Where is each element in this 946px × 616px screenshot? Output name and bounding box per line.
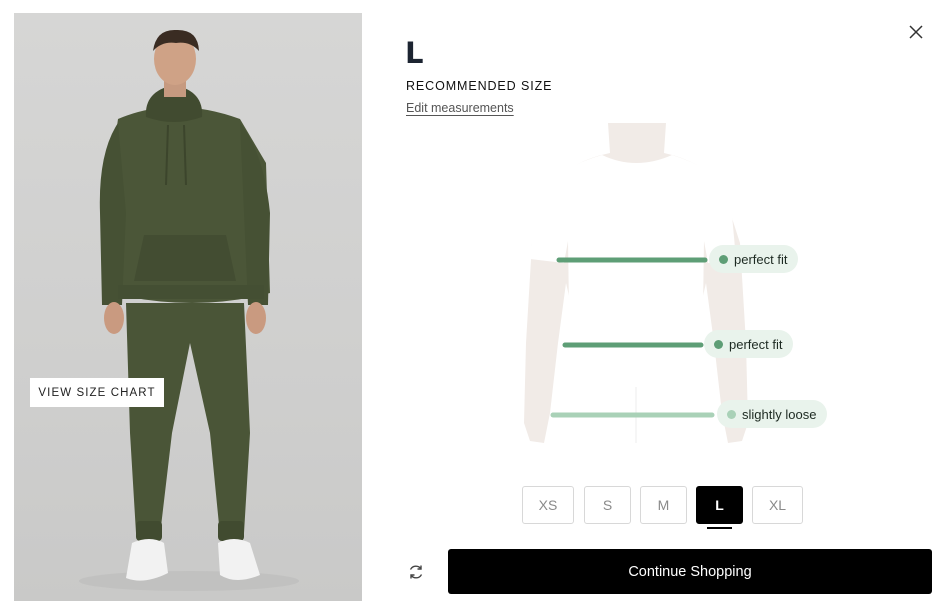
waist-fit-label: perfect fit [729,336,783,352]
size-option-s[interactable]: S [584,486,631,524]
size-option-xl[interactable]: XL [752,486,803,524]
fit-dot [727,409,736,419]
continue-shopping-button[interactable]: Continue Shopping [448,549,932,594]
view-size-chart-button[interactable]: VIEW SIZE CHART [30,378,164,407]
size-option-l[interactable]: L [696,486,743,524]
size-option-m[interactable]: M [640,486,687,524]
size-option-xs[interactable]: XS [522,486,574,524]
chest-fit-tag: perfect fit [709,245,799,273]
chest-fit-label: perfect fit [734,251,788,267]
recommended-size-label: RECOMMENDED SIZE [406,79,553,93]
selected-size-indicator [707,527,732,529]
hips-fit-tag: slightly loose [717,400,828,428]
refresh-icon [409,565,423,579]
model-illustration [79,29,299,591]
close-icon [909,25,923,39]
recommended-size-value: L [405,36,424,70]
refresh-button[interactable] [405,561,427,583]
fit-dot [719,254,728,264]
edit-measurements-link[interactable]: Edit measurements [406,101,514,115]
close-button[interactable] [904,20,928,44]
waist-fit-tag: perfect fit [704,330,794,358]
fit-dot [714,339,723,349]
hips-fit-label: slightly loose [742,406,817,422]
product-photo: VIEW SIZE CHART [14,13,362,601]
